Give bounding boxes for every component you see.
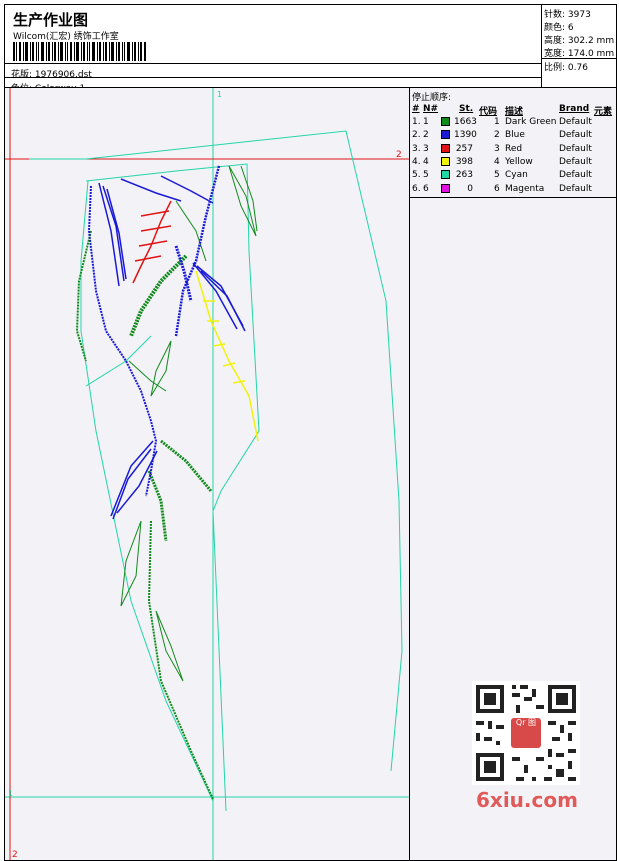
legend-code: 6 xyxy=(494,183,500,194)
legend-stitches: 398 xyxy=(455,156,473,167)
header-panel: 生产作业图 Wilcom(汇宏) 绣饰工作室 花版: 1976906.dst xyxy=(4,4,542,94)
legend-index: 3. xyxy=(412,143,421,154)
legend-description: Yellow xyxy=(505,156,533,167)
legend-brand: Default xyxy=(559,156,592,167)
color-swatch xyxy=(441,170,450,180)
legend-description: Blue xyxy=(505,130,525,141)
legend-row: 5. 5 263 5 Cyan Default xyxy=(410,170,616,183)
legend-code: 5 xyxy=(494,170,500,181)
legend-number: 5 xyxy=(423,170,429,181)
company-name: Wilcom(汇宏) 绣饰工作室 xyxy=(13,32,119,42)
legend-code: 3 xyxy=(494,143,500,154)
legend-stitches: 0 xyxy=(467,183,473,194)
color-swatch xyxy=(441,183,450,193)
stat-ratio: 比例: 0.76 xyxy=(544,63,588,73)
legend-number: 3 xyxy=(423,143,429,154)
dark-green-stitches xyxy=(75,230,214,800)
legend-index: 6. xyxy=(412,183,421,194)
green-leaf-outlines xyxy=(120,165,258,682)
guide-mark-1: 1 xyxy=(217,90,222,99)
legend-number: 2 xyxy=(423,130,429,141)
legend-brand: Default xyxy=(559,117,592,127)
legend-brand: Default xyxy=(559,143,592,154)
legend-index: 1. xyxy=(412,117,421,127)
stat-colors: 颜色: 6 xyxy=(544,23,574,33)
design-preview: 1 1 2 2 xyxy=(4,87,410,861)
col-brand: Brand xyxy=(559,104,590,114)
barcode xyxy=(13,42,146,61)
legend-stitches: 263 xyxy=(455,170,473,181)
legend-row: 1. 1 1663 1 Dark Green Default xyxy=(410,117,616,130)
guide-mark-2: 2 xyxy=(396,150,402,160)
legend-number: 1 xyxy=(423,117,429,127)
legend-description: Cyan xyxy=(505,170,528,181)
color-swatch xyxy=(441,117,450,126)
color-swatch xyxy=(441,130,450,140)
legend-brand: Default xyxy=(559,170,592,181)
stat-stitches: 针数: 3973 xyxy=(544,10,591,20)
legend-title: 停止顺序: xyxy=(412,93,452,103)
qr-stamp: Qr 图 xyxy=(511,718,541,748)
production-sheet: 生产作业图 Wilcom(汇宏) 绣饰工作室 花版: 1976906.dst 针… xyxy=(0,0,620,861)
col-code: 代码 xyxy=(479,107,498,117)
legend-brand: Default xyxy=(559,183,592,194)
legend-stitches: 1663 xyxy=(454,117,477,127)
col-element: 元素 xyxy=(594,107,613,117)
col-description: 描述 xyxy=(505,107,524,117)
legend-code: 2 xyxy=(494,130,500,141)
watermark: 6xiu.com xyxy=(476,788,578,812)
legend-code: 1 xyxy=(494,117,500,127)
legend-brand: Default xyxy=(559,130,592,141)
pattern-file: 花版: 1976906.dst xyxy=(11,70,92,80)
legend-description: Red xyxy=(505,143,523,154)
guide-mark-2b: 2 xyxy=(12,850,18,860)
stat-width: 宽度: 174.0 mm xyxy=(544,49,615,59)
legend-row: 3. 3 257 3 Red Default xyxy=(410,143,616,157)
legend-number: 4 xyxy=(423,156,429,167)
col-number: N# xyxy=(423,104,439,114)
sheet-title: 生产作业图 xyxy=(13,11,89,29)
legend-description: Magenta xyxy=(505,183,545,194)
file-name: 1976906.dst xyxy=(34,70,92,80)
blue-stitches xyxy=(87,165,246,520)
legend-description: Dark Green xyxy=(505,117,557,127)
embroidery-drawing: 1 1 2 2 xyxy=(5,88,409,860)
color-swatch xyxy=(441,143,450,153)
legend-index: 4. xyxy=(412,156,421,167)
legend-row: 2. 2 1390 2 Blue Default xyxy=(410,130,616,143)
legend-code: 4 xyxy=(494,156,500,167)
legend-index: 5. xyxy=(412,170,421,181)
stat-height: 高度: 302.2 mm xyxy=(544,36,615,46)
legend-index: 2. xyxy=(412,130,421,141)
legend-number: 6 xyxy=(423,183,429,194)
legend-row: 4. 4 398 4 Yellow Default xyxy=(410,156,616,170)
color-swatch xyxy=(441,156,450,166)
legend-row: 6. 6 0 6 Magenta Default xyxy=(410,183,616,197)
col-index: # xyxy=(412,104,420,114)
legend-stitches: 257 xyxy=(455,143,473,154)
legend-stitches: 1390 xyxy=(454,130,477,141)
cyan-outline xyxy=(29,130,403,812)
guide-mark-1b: 1 xyxy=(8,789,13,798)
col-stitches: St. xyxy=(459,104,474,114)
red-stitches xyxy=(132,200,172,284)
